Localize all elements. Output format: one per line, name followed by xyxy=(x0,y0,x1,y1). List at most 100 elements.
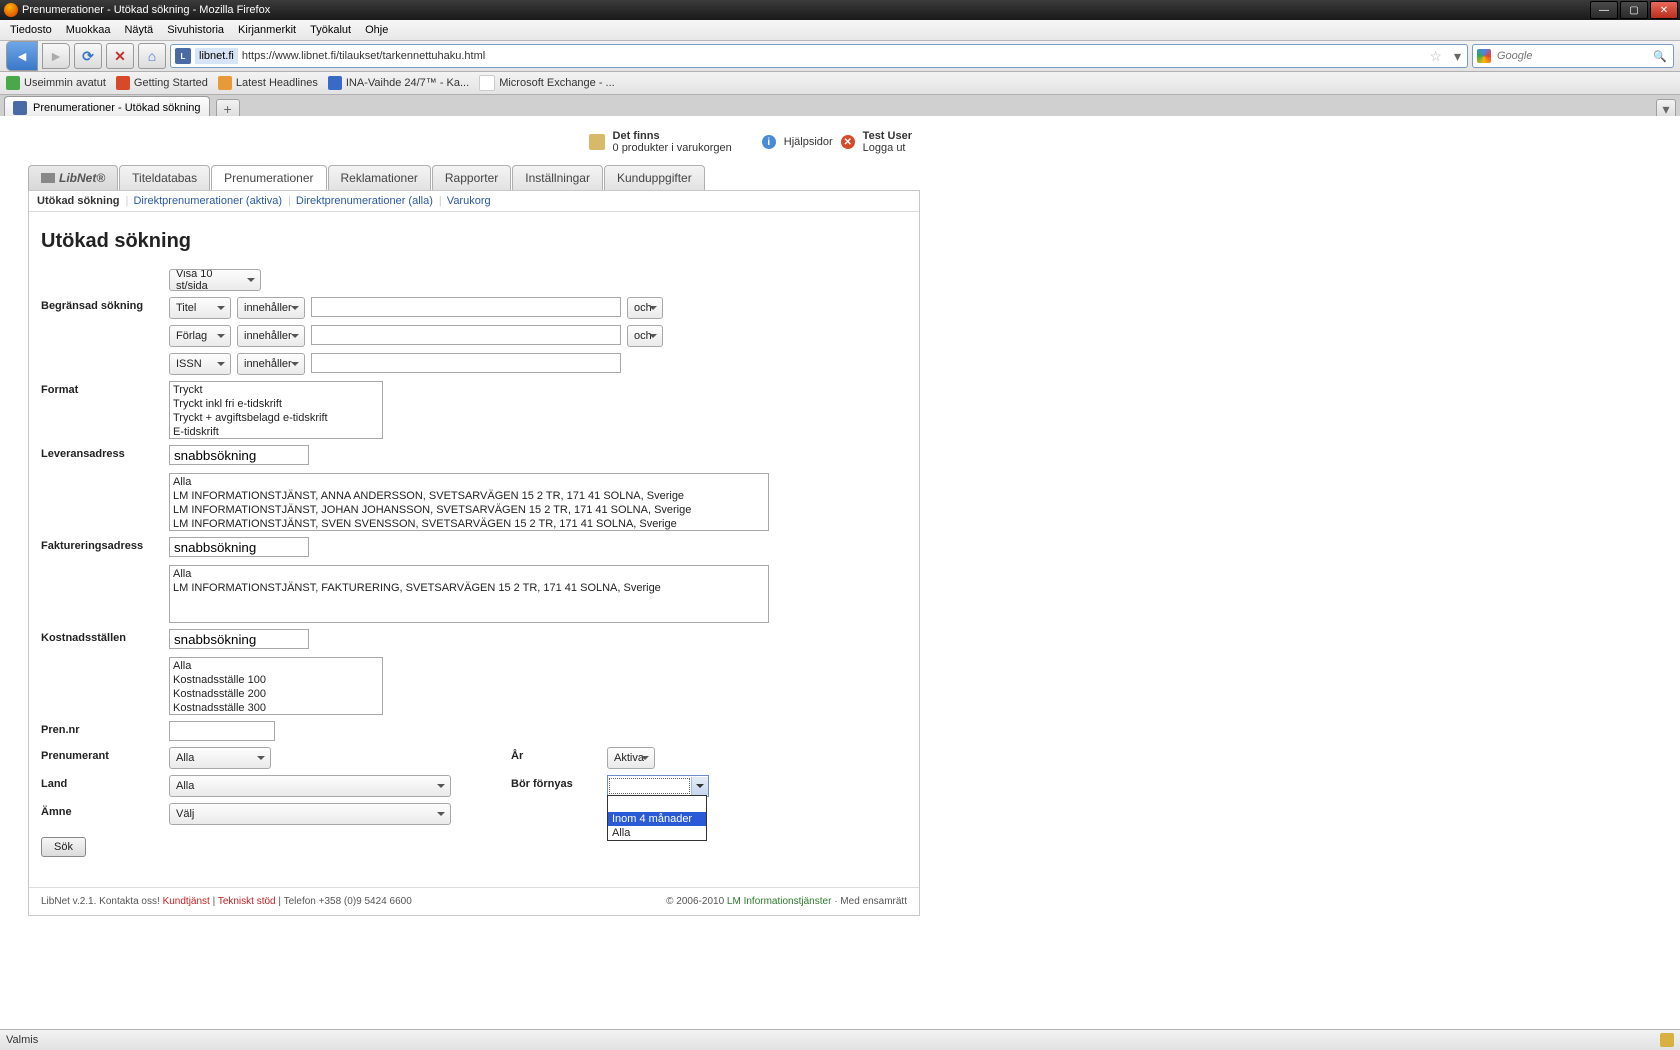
bookmark-latest-headlines[interactable]: Latest Headlines xyxy=(218,76,318,90)
cost-centers-listbox[interactable]: Alla Kostnadsställe 100 Kostnadsställe 2… xyxy=(169,657,383,715)
page-title: Utökad sökning xyxy=(41,230,919,253)
renew-option-4-months[interactable]: Inom 4 månader xyxy=(608,812,706,826)
menu-file[interactable]: Tiedosto xyxy=(4,22,58,38)
firefox-icon xyxy=(4,3,18,17)
menu-help[interactable]: Ohje xyxy=(359,22,394,38)
url-dropdown-icon[interactable]: ▾ xyxy=(1448,48,1467,65)
cart-text[interactable]: Det finns 0 produkter i varukorgen xyxy=(613,130,732,154)
reload-button[interactable]: ⟳ xyxy=(74,43,102,69)
cost-centers-quicksearch[interactable] xyxy=(169,629,309,649)
tab-kunduppgifter[interactable]: Kunduppgifter xyxy=(604,165,705,190)
bookmark-exchange[interactable]: Microsoft Exchange - ... xyxy=(479,75,615,91)
url-path: https://www.libnet.fi/tilaukset/tarkenne… xyxy=(238,48,1424,64)
op-select-3[interactable]: innehåller xyxy=(237,353,305,375)
renew-option-blank[interactable] xyxy=(608,796,706,812)
bool-select-2[interactable]: och xyxy=(627,325,663,347)
main-tabs: LibNet® Titeldatabas Prenumerationer Rek… xyxy=(28,162,920,190)
footer-company-link[interactable]: LM Informationstjänster xyxy=(727,896,832,907)
url-bar[interactable]: L libnet.fi https://www.libnet.fi/tilauk… xyxy=(170,44,1468,68)
year-select[interactable]: Aktiva xyxy=(607,747,655,769)
menu-edit[interactable]: Muokkaa xyxy=(60,22,117,38)
billing-listbox[interactable]: Alla LM INFORMATIONSTJÄNST, FAKTURERING,… xyxy=(169,565,769,623)
url-site: libnet.fi xyxy=(195,48,238,64)
subscriber-select[interactable]: Alla xyxy=(169,747,271,769)
format-listbox[interactable]: Tryckt Tryckt inkl fri e-tidskrift Tryck… xyxy=(169,381,383,439)
subtab-varukorg[interactable]: Varukorg xyxy=(447,195,491,207)
page-content: Det finns 0 produkter i varukorgen i Hjä… xyxy=(0,116,1680,1030)
logout-link[interactable]: Logga ut xyxy=(863,142,906,154)
sub-tabs: Utökad sökning| Direktprenumerationer (a… xyxy=(29,191,919,212)
window-titlebar: Prenumerationer - Utökad sökning - Mozil… xyxy=(0,0,1680,20)
country-label: Land xyxy=(41,775,169,790)
field-select-2[interactable]: Förlag xyxy=(169,325,231,347)
renew-dropdown-list[interactable]: Inom 4 månader Alla xyxy=(607,795,707,841)
help-link[interactable]: Hjälpsidor xyxy=(784,136,833,148)
main-panel: Utökad sökning| Direktprenumerationer (a… xyxy=(28,190,920,916)
info-icon: i xyxy=(762,135,776,149)
bool-select-1[interactable]: och xyxy=(627,297,663,319)
bookmark-getting-started[interactable]: Getting Started xyxy=(116,76,208,90)
window-close-button[interactable]: ✕ xyxy=(1650,1,1678,19)
tab-prenumerationer[interactable]: Prenumerationer xyxy=(211,165,326,190)
tab-titeldatabas[interactable]: Titeldatabas xyxy=(119,165,210,190)
menu-tools[interactable]: Työkalut xyxy=(304,22,357,38)
logo-tab[interactable]: LibNet® xyxy=(28,165,118,190)
tab-rapporter[interactable]: Rapporter xyxy=(432,165,511,190)
google-icon xyxy=(1477,49,1491,63)
footer-tekniskt-stod-link[interactable]: Tekniskt stöd xyxy=(218,896,276,907)
renew-option-all[interactable]: Alla xyxy=(608,826,706,840)
field-select-3[interactable]: ISSN xyxy=(169,353,231,375)
renew-label: Bör förnyas xyxy=(511,775,607,790)
country-select[interactable]: Alla xyxy=(169,775,451,797)
renew-select[interactable]: Inom 4 månader Alla xyxy=(607,775,709,797)
nav-toolbar: ◄ ► ⟳ ✕ ⌂ L libnet.fi https://www.libnet… xyxy=(0,41,1680,72)
search-input-1[interactable] xyxy=(311,297,621,317)
tab-label: Prenumerationer - Utökad sökning xyxy=(33,102,201,114)
pren-nr-input[interactable] xyxy=(169,721,275,741)
tab-installningar[interactable]: Inställningar xyxy=(512,165,603,190)
subtab-direkt-alla[interactable]: Direktprenumerationer (alla) xyxy=(296,195,433,207)
format-label: Format xyxy=(41,381,169,396)
window-maximize-button[interactable]: ▢ xyxy=(1620,1,1648,19)
window-minimize-button[interactable]: — xyxy=(1590,1,1618,19)
subject-select[interactable]: Välj xyxy=(169,803,451,825)
op-select-1[interactable]: innehåller xyxy=(237,297,305,319)
bookmark-ina-vaihde[interactable]: INA-Vaihde 24/7™ - Ka... xyxy=(328,76,469,90)
field-select-1[interactable]: Titel xyxy=(169,297,231,319)
billing-quicksearch[interactable] xyxy=(169,537,309,557)
footer-kundtjanst-link[interactable]: Kundtjänst xyxy=(163,896,210,907)
stop-button[interactable]: ✕ xyxy=(106,43,134,69)
menu-view[interactable]: Näytä xyxy=(118,22,159,38)
browser-search-input[interactable] xyxy=(1495,48,1647,64)
bookmark-most-visited[interactable]: Useimmin avatut xyxy=(6,76,106,90)
tab-reklamationer[interactable]: Reklamationer xyxy=(328,165,431,190)
cart-icon xyxy=(589,134,605,150)
page-footer: LibNet v.2.1. Kontakta oss! Kundtjänst |… xyxy=(29,887,919,915)
home-button[interactable]: ⌂ xyxy=(138,43,166,69)
user-box: Test User Logga ut xyxy=(863,130,912,154)
subtab-utokad-sokning[interactable]: Utökad sökning xyxy=(37,195,120,207)
delivery-label: Leveransadress xyxy=(41,445,169,460)
subject-label: Ämne xyxy=(41,803,169,818)
menu-bookmarks[interactable]: Kirjanmerkit xyxy=(232,22,302,38)
subtab-direkt-aktiva[interactable]: Direktprenumerationer (aktiva) xyxy=(133,195,282,207)
per-page-select[interactable]: Visa 10 st/sida xyxy=(169,269,261,291)
menu-history[interactable]: Sivuhistoria xyxy=(161,22,230,38)
status-text: Valmis xyxy=(6,1034,38,1046)
delivery-quicksearch[interactable] xyxy=(169,445,309,465)
browser-search-box[interactable]: 🔍 xyxy=(1472,44,1674,68)
menu-bar: Tiedosto Muokkaa Näytä Sivuhistoria Kirj… xyxy=(0,20,1680,41)
window-title: Prenumerationer - Utökad sökning - Mozil… xyxy=(22,4,270,16)
delivery-listbox[interactable]: Alla LM INFORMATIONSTJÄNST, ANNA ANDERSS… xyxy=(169,473,769,531)
bookmark-star-icon[interactable]: ☆ xyxy=(1423,48,1448,65)
tab-favicon xyxy=(13,101,27,115)
forward-button[interactable]: ► xyxy=(42,43,70,69)
search-icon[interactable]: 🔍 xyxy=(1647,50,1673,63)
logout-icon: ✕ xyxy=(841,135,855,149)
search-input-2[interactable] xyxy=(311,325,621,345)
billing-label: Faktureringsadress xyxy=(41,537,169,552)
op-select-2[interactable]: innehåller xyxy=(237,325,305,347)
back-button[interactable]: ◄ xyxy=(6,41,38,71)
search-button[interactable]: Sök xyxy=(41,837,86,857)
search-input-3[interactable] xyxy=(311,353,621,373)
